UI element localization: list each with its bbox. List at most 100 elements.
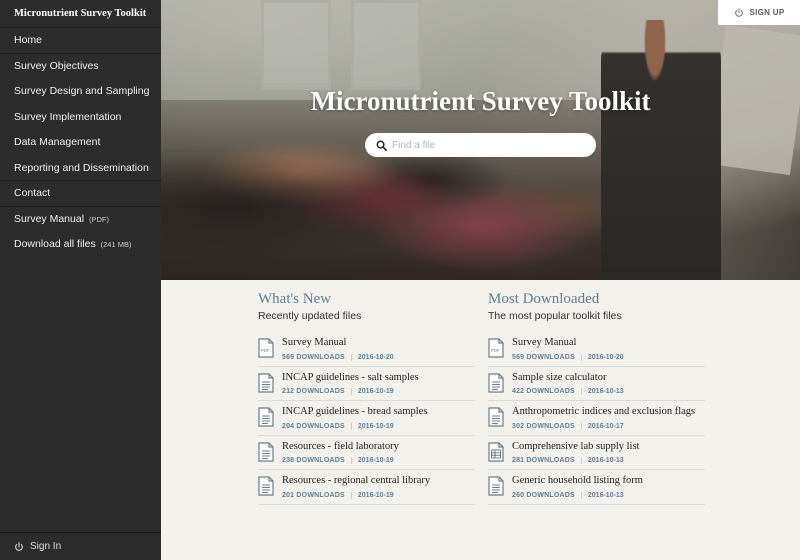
file-info: Survey Manual 569 DOWNLOADS 2016-10-20	[282, 336, 475, 361]
document-icon	[258, 476, 274, 496]
search-input[interactable]	[392, 139, 592, 151]
sign-up-button[interactable]: SIGN UP	[718, 0, 800, 25]
brand-title[interactable]: Micronutrient Survey Toolkit	[0, 0, 161, 28]
survey-manual-label: Survey Manual	[14, 212, 85, 225]
sidebar-item-survey-manual[interactable]: Survey Manual (PDF)	[0, 207, 161, 233]
document-icon	[488, 407, 504, 427]
document-icon	[258, 441, 274, 462]
file-list-item[interactable]: Resources - field laboratory 238 DOWNLOAD…	[258, 436, 475, 470]
file-name[interactable]: INCAP guidelines - bread samples	[282, 405, 475, 419]
pdf-icon: PDF	[258, 338, 274, 358]
sign-in-label: Sign In	[30, 540, 62, 552]
sidebar-item-survey-objectives[interactable]: Survey Objectives	[0, 54, 161, 80]
file-date: 2016-10-13	[580, 388, 624, 395]
file-download-count: 201 DOWNLOADS	[282, 491, 345, 499]
document-icon	[258, 407, 274, 427]
whats-new-heading: What's New	[258, 291, 332, 307]
file-download-count: 569 DOWNLOADS	[512, 353, 575, 361]
file-download-count: 569 DOWNLOADS	[282, 353, 345, 361]
whats-new-subheading: Recently updated files	[258, 310, 362, 322]
file-list-item[interactable]: INCAP guidelines - salt samples 212 DOWNL…	[258, 367, 475, 401]
file-meta: 201 DOWNLOADS 2016-10-19	[282, 491, 475, 499]
document-icon	[488, 476, 504, 496]
file-name[interactable]: Survey Manual	[282, 336, 475, 350]
sign-up-label: SIGN UP	[749, 8, 785, 17]
file-list-item[interactable]: Comprehensive lab supply list 281 DOWNLOA…	[488, 436, 705, 470]
hero-banner: Micronutrient Survey Toolkit SIGN UP	[161, 0, 800, 280]
spreadsheet-icon	[488, 441, 504, 462]
file-list-item[interactable]: Sample size calculator 422 DOWNLOADS 2016-…	[488, 367, 705, 401]
file-date: 2016-10-19	[350, 422, 394, 430]
file-info: Comprehensive lab supply list 281 DOWNLOA…	[512, 440, 705, 464]
file-info: Resources - regional central library 201 …	[282, 474, 475, 499]
whats-new-section: What's New Recently updated files PDF Sur…	[258, 290, 475, 505]
file-name[interactable]: Survey Manual	[512, 336, 705, 350]
file-list-item[interactable]: PDF Survey Manual 569 DOWNLOADS 2016-10-20	[258, 332, 475, 367]
whats-new-list: PDF Survey Manual 569 DOWNLOADS 2016-10-20 I…	[258, 332, 475, 505]
file-name[interactable]: Generic household listing form	[512, 474, 705, 488]
sidebar-item-survey-implementation[interactable]: Survey Implementation	[0, 105, 161, 131]
most-downloaded-section: Most Downloaded The most popular toolkit…	[488, 290, 705, 505]
file-list-item[interactable]: INCAP guidelines - bread samples 204 DOWN…	[258, 401, 475, 436]
file-meta: 281 DOWNLOADS 2016-10-13	[512, 457, 705, 464]
file-date: 2016-10-19	[350, 491, 394, 499]
document-icon	[488, 372, 504, 393]
file-list-item[interactable]: Anthropometric indices and exclusion fla…	[488, 401, 705, 436]
search-icon	[376, 140, 387, 151]
sidebar-item-download-all[interactable]: Download all files (241 MB)	[0, 232, 161, 258]
download-all-size: (241 MB)	[100, 240, 132, 249]
file-meta: 422 DOWNLOADS 2016-10-13	[512, 388, 705, 395]
file-name[interactable]: Comprehensive lab supply list	[512, 440, 705, 454]
sidebar-item-contact[interactable]: Contact	[0, 181, 161, 207]
file-date: 2016-10-20	[580, 353, 624, 361]
file-info: INCAP guidelines - bread samples 204 DOWN…	[282, 405, 475, 430]
file-name[interactable]: Sample size calculator	[512, 371, 705, 385]
file-info: Survey Manual 569 DOWNLOADS 2016-10-20	[512, 336, 705, 361]
file-download-count: 302 DOWNLOADS	[512, 422, 575, 430]
sign-in-button[interactable]: Sign In	[0, 532, 161, 560]
file-meta: 569 DOWNLOADS 2016-10-20	[282, 353, 475, 361]
file-meta: 204 DOWNLOADS 2016-10-19	[282, 422, 475, 430]
file-date: 2016-10-13	[580, 491, 624, 499]
file-name[interactable]: Resources - regional central library	[282, 474, 475, 488]
file-download-count: 260 DOWNLOADS	[512, 491, 575, 499]
file-meta: 302 DOWNLOADS 2016-10-17	[512, 422, 705, 430]
file-info: Resources - field laboratory 238 DOWNLOAD…	[282, 440, 475, 464]
file-meta: 238 DOWNLOADS 2016-10-19	[282, 457, 475, 464]
file-info: Anthropometric indices and exclusion fla…	[512, 405, 705, 430]
file-meta: 212 DOWNLOADS 2016-10-19	[282, 388, 475, 395]
file-list-item[interactable]: PDF Survey Manual 569 DOWNLOADS 2016-10-20	[488, 332, 705, 367]
sidebar-item-data-management[interactable]: Data Management	[0, 130, 161, 156]
file-name[interactable]: INCAP guidelines - salt samples	[282, 371, 475, 385]
file-date: 2016-10-19	[350, 457, 394, 464]
pdf-icon: PDF	[488, 338, 504, 358]
survey-manual-format: (PDF)	[88, 214, 109, 224]
sidebar-item-survey-design[interactable]: Survey Design and Sampling	[0, 79, 161, 105]
hero-title: Micronutrient Survey Toolkit	[310, 86, 651, 116]
file-list-item[interactable]: Resources - regional central library 201 …	[258, 470, 475, 505]
file-date: 2016-10-19	[350, 388, 394, 395]
most-downloaded-heading: Most Downloaded	[488, 291, 600, 307]
file-info: INCAP guidelines - salt samples 212 DOWNL…	[282, 371, 475, 395]
file-date: 2016-10-13	[580, 457, 624, 464]
sidebar: Micronutrient Survey Toolkit Home Survey…	[0, 0, 161, 560]
file-list-item[interactable]: Generic household listing form 260 DOWNLO…	[488, 470, 705, 505]
file-download-count: 422 DOWNLOADS	[512, 388, 575, 395]
sidebar-item-home[interactable]: Home	[0, 28, 161, 54]
most-downloaded-subheading: The most popular toolkit files	[488, 310, 622, 322]
file-meta: 260 DOWNLOADS 2016-10-13	[512, 491, 705, 499]
search-box[interactable]	[365, 133, 596, 157]
svg-text:PDF: PDF	[261, 348, 270, 353]
sidebar-item-reporting[interactable]: Reporting and Dissemination	[0, 156, 161, 181]
file-name[interactable]: Resources - field laboratory	[282, 440, 475, 454]
file-download-count: 204 DOWNLOADS	[282, 422, 345, 430]
file-date: 2016-10-20	[350, 353, 394, 361]
file-name[interactable]: Anthropometric indices and exclusion fla…	[512, 405, 705, 419]
power-icon	[15, 541, 23, 551]
download-all-label: Download all files	[14, 238, 96, 250]
svg-text:PDF: PDF	[491, 348, 500, 353]
file-download-count: 212 DOWNLOADS	[282, 388, 345, 395]
file-download-count: 281 DOWNLOADS	[512, 457, 575, 464]
document-icon	[258, 372, 274, 393]
file-info: Generic household listing form 260 DOWNLO…	[512, 474, 705, 499]
